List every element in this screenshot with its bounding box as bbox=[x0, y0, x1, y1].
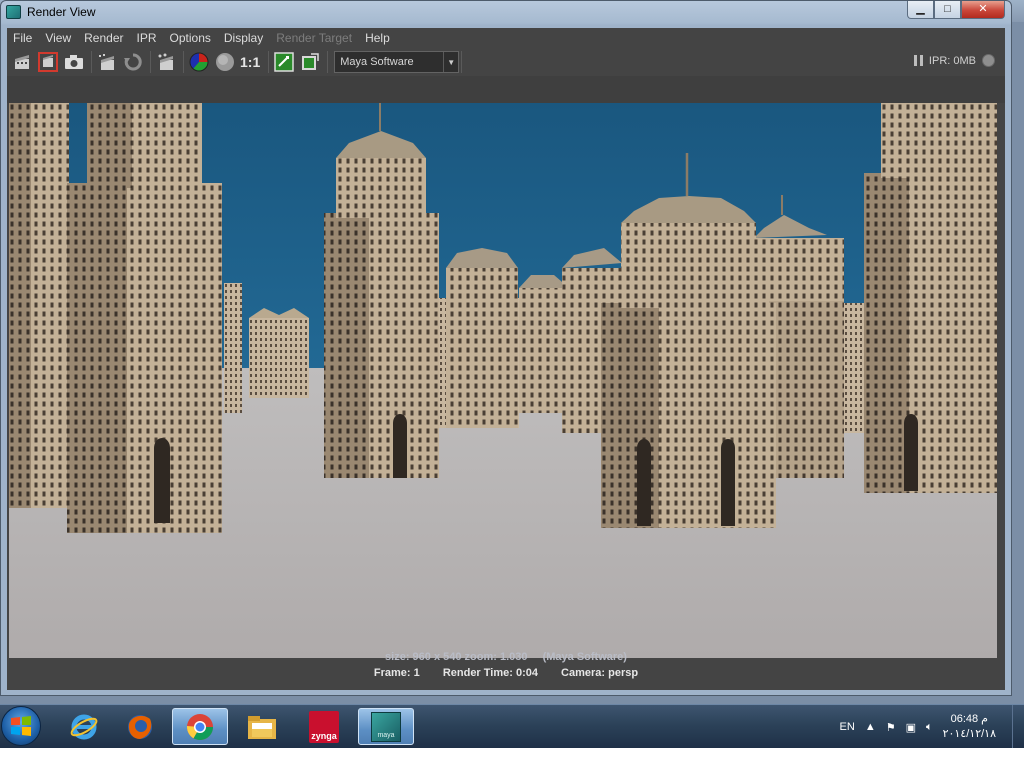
renderer-select-value: Maya Software bbox=[340, 56, 414, 68]
keep-image-icon[interactable] bbox=[273, 51, 295, 73]
zynga-taskbar-button[interactable]: zynga bbox=[296, 708, 352, 745]
minimize-button[interactable]: ▁ bbox=[907, 1, 934, 19]
ipr-render-icon[interactable] bbox=[155, 51, 177, 73]
title-bar[interactable]: Render View ▁ □ ✕ bbox=[1, 1, 1011, 24]
firefox-taskbar-button[interactable] bbox=[112, 708, 168, 745]
render-region-icon[interactable] bbox=[37, 51, 59, 73]
window-controls: ▁ □ ✕ bbox=[907, 1, 1005, 19]
chrome-taskbar-button[interactable] bbox=[172, 708, 228, 745]
size-zoom-label: size: 960 x 540 zoom: 1.030 bbox=[385, 651, 528, 663]
show-desktop-button[interactable] bbox=[1012, 705, 1024, 749]
render-time-label: Render Time: 0:04 bbox=[442, 667, 538, 679]
internet-explorer-icon bbox=[70, 714, 98, 739]
renderer-note-label: (Maya Software) bbox=[542, 651, 627, 663]
pause-icon[interactable] bbox=[913, 55, 923, 66]
menu-options[interactable]: Options bbox=[170, 31, 211, 45]
internet-explorer-taskbar-button[interactable] bbox=[56, 708, 112, 745]
redo-render-icon[interactable] bbox=[122, 51, 144, 73]
render-view-client: File View Render IPR Options Display Ren… bbox=[7, 28, 1005, 690]
render-stats-info: Frame: 1 Render Time: 0:04 Camera: persp bbox=[7, 667, 1005, 679]
show-hidden-icons-icon[interactable]: ▲ bbox=[865, 721, 876, 733]
far-right-tower bbox=[864, 103, 997, 493]
toolbar-separator bbox=[327, 51, 329, 73]
render-view-window: Render View ▁ □ ✕ File View Render IPR O… bbox=[0, 0, 1012, 696]
maya-label: maya bbox=[377, 731, 395, 739]
left-towers bbox=[9, 103, 222, 533]
maximize-button[interactable]: □ bbox=[934, 1, 961, 19]
ipr-indicator-icon bbox=[982, 54, 995, 67]
ipr-memory-label: IPR: 0MB bbox=[928, 54, 976, 67]
clock-time: م 06:48 bbox=[950, 713, 988, 725]
alpha-channel-icon[interactable] bbox=[214, 51, 236, 73]
zynga-icon: zynga bbox=[309, 710, 339, 743]
toolbar-separator bbox=[268, 51, 270, 73]
menu-render-target: Render Target bbox=[276, 31, 353, 45]
maya-taskbar-button[interactable]: maya bbox=[358, 708, 414, 745]
system-tray: EN ▲ ⚑ ▣ 🔈︎ م 06:48 ٢٠١٤/١٢/١٨ bbox=[840, 705, 1024, 749]
chrome-icon bbox=[186, 713, 214, 740]
file-explorer-taskbar-button[interactable] bbox=[234, 708, 290, 745]
toolbar-separator bbox=[150, 51, 151, 73]
toolbar: 1:1 Maya Software ▼ IPR: 0MB bbox=[7, 48, 1005, 76]
toolbar-separator bbox=[461, 51, 463, 73]
snapshot-camera-icon[interactable] bbox=[63, 51, 85, 73]
menu-bar: File View Render IPR Options Display Ren… bbox=[7, 28, 1005, 48]
rendered-image[interactable] bbox=[9, 103, 997, 658]
menu-file[interactable]: File bbox=[13, 31, 32, 45]
toolbar-separator bbox=[183, 51, 184, 73]
renderer-select[interactable]: Maya Software ▼ bbox=[334, 51, 460, 73]
render-sequence-icon[interactable] bbox=[96, 51, 118, 73]
remove-image-icon[interactable] bbox=[299, 51, 321, 73]
clock-date: ٢٠١٤/١٢/١٨ bbox=[942, 728, 996, 740]
real-size-button[interactable]: 1:1 bbox=[240, 54, 260, 70]
windows-logo-icon bbox=[11, 716, 31, 736]
render-size-info: size: 960 x 540 zoom: 1.030 (Maya Softwa… bbox=[7, 651, 1005, 663]
window-title: Render View bbox=[27, 5, 96, 19]
rgb-channels-icon[interactable] bbox=[188, 51, 210, 73]
chevron-down-icon[interactable]: ▼ bbox=[443, 52, 458, 72]
render-current-frame-icon[interactable] bbox=[11, 51, 33, 73]
folder-icon bbox=[248, 715, 276, 739]
menu-view[interactable]: View bbox=[45, 31, 71, 45]
image-top-bar bbox=[7, 76, 1005, 103]
toolbar-separator bbox=[91, 51, 92, 73]
menu-ipr[interactable]: IPR bbox=[137, 31, 157, 45]
page-bottom-strip bbox=[0, 748, 1024, 768]
volume-icon[interactable]: 🔈︎ bbox=[926, 721, 933, 734]
maya-app-icon bbox=[6, 5, 21, 19]
ipr-status: IPR: 0MB bbox=[913, 54, 995, 67]
maya-icon: maya bbox=[371, 711, 401, 742]
start-button[interactable] bbox=[1, 706, 41, 746]
frame-label: Frame: 1 bbox=[373, 667, 420, 679]
network-icon[interactable]: ▣ bbox=[906, 721, 916, 734]
menu-render[interactable]: Render bbox=[84, 31, 123, 45]
action-center-flag-icon[interactable]: ⚑ bbox=[886, 721, 896, 734]
menu-display[interactable]: Display bbox=[224, 31, 263, 45]
center-tower bbox=[324, 103, 439, 478]
render-info-panel: size: 960 x 540 zoom: 1.030 (Maya Softwa… bbox=[7, 651, 1005, 690]
close-button[interactable]: ✕ bbox=[961, 1, 1005, 19]
zynga-label: zynga bbox=[311, 730, 337, 741]
clock[interactable]: م 06:48 ٢٠١٤/١٢/١٨ bbox=[943, 712, 996, 742]
taskbar: zynga maya EN ▲ ⚑ ▣ 🔈︎ م 06:48 ٢٠١٤/١٢/١… bbox=[0, 704, 1024, 749]
camera-label: Camera: persp bbox=[561, 667, 639, 679]
menu-help[interactable]: Help bbox=[365, 31, 390, 45]
language-indicator[interactable]: EN bbox=[840, 721, 855, 733]
firefox-icon bbox=[128, 714, 152, 739]
